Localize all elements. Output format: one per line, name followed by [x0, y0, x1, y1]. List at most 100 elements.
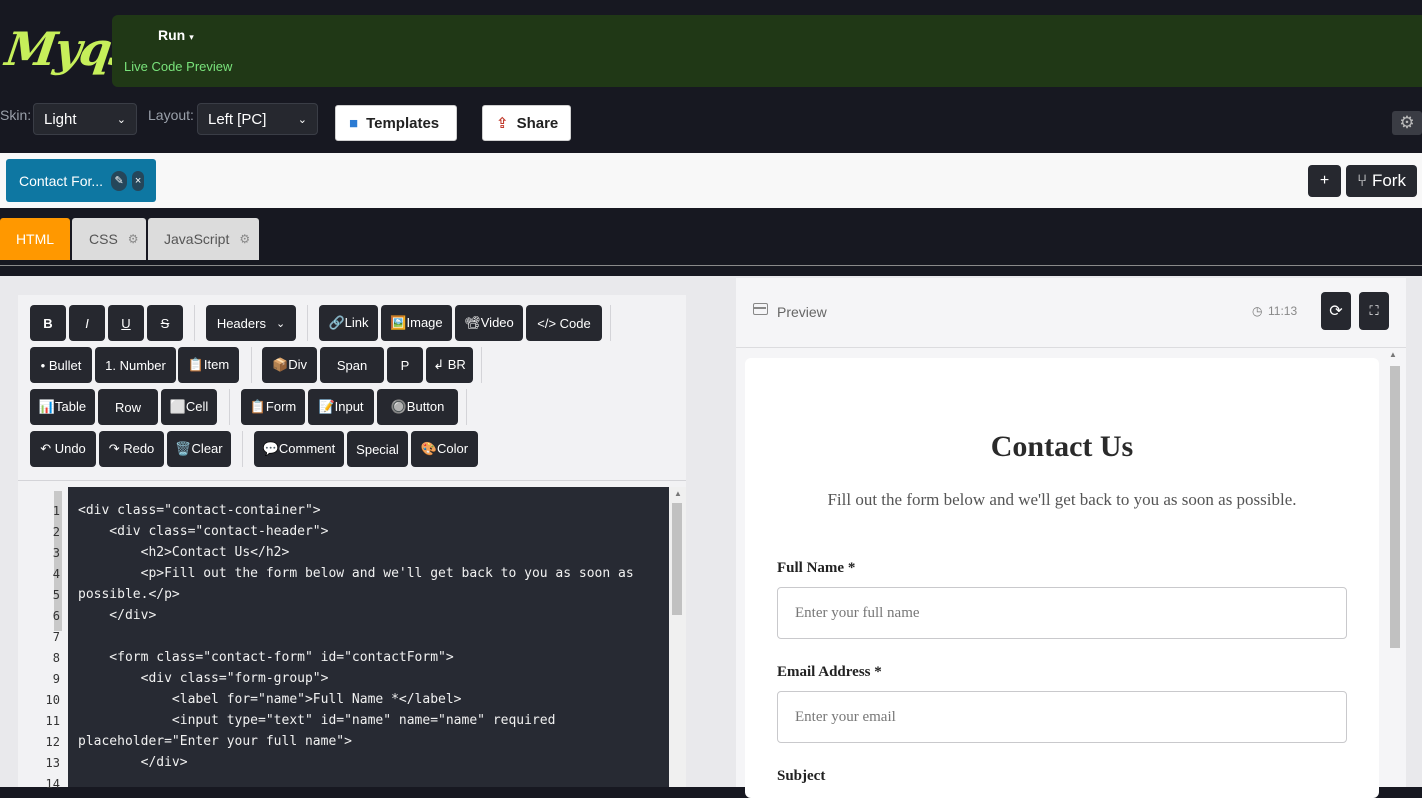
line-number: 2 [52, 525, 60, 539]
file-tab-label: Contact For... [19, 172, 104, 189]
tab-javascript[interactable]: JavaScript ⚙ [148, 218, 259, 260]
color-button[interactable]: 🎨Color [411, 431, 478, 467]
special-button[interactable]: Special [347, 431, 408, 467]
share-button[interactable]: ⇪ Share [482, 105, 571, 141]
tab-html[interactable]: HTML [0, 218, 70, 260]
italic-button[interactable]: I [69, 305, 105, 341]
scrollbar-thumb[interactable] [672, 503, 682, 615]
html-code-editor[interactable]: <div class="contact-container"> <div cla… [68, 487, 669, 787]
preview-time: 11:13 [1268, 304, 1298, 318]
div-button[interactable]: 📦Div [262, 347, 317, 383]
line-number: 7 [52, 630, 60, 644]
settings-gear-icon[interactable]: ⚙ [1392, 111, 1422, 135]
run-button[interactable]: Run ▾ [158, 27, 194, 43]
line-break-button[interactable]: ↲ BR [426, 347, 473, 383]
fork-button[interactable]: ⑂ Fork [1346, 165, 1417, 197]
share-label: Share [516, 114, 559, 132]
code-line: placeholder="Enter your full name"> [78, 734, 352, 749]
templates-button[interactable]: ■ Templates [335, 105, 457, 141]
headers-select[interactable]: Headers ⌄ [206, 305, 296, 341]
line-number: 8 [52, 651, 60, 665]
code-line: <h2>Contact Us</h2> [78, 545, 290, 560]
scrollbar-thumb[interactable] [1390, 366, 1400, 648]
line-number: 3 [52, 546, 60, 560]
run-banner: Run ▾ Live Code Preview [112, 15, 1422, 87]
file-tab-contact-form[interactable]: Contact For... ✎ × [6, 159, 156, 202]
preview-frame: Contact Us Fill out the form below and w… [745, 358, 1379, 798]
scroll-up-icon[interactable]: ▲ [674, 489, 682, 498]
form-button[interactable]: 📋Form [241, 389, 305, 425]
fullscreen-icon[interactable]: ⛶ [1359, 292, 1389, 330]
full-name-input[interactable]: Enter your full name [777, 587, 1347, 639]
preview-header: Preview ◷ 11:13 ⟳ ⛶ [736, 278, 1406, 348]
video-button[interactable]: 📽Video [455, 305, 523, 341]
email-label: Email Address * [777, 664, 882, 680]
editor-scrollbar[interactable]: ▲ [669, 487, 686, 787]
divider [466, 389, 467, 425]
full-name-label: Full Name * [777, 560, 856, 576]
refresh-icon[interactable]: ⟳ [1321, 292, 1351, 330]
divider [610, 305, 611, 341]
layout-select[interactable]: Left [PC] ⌄ [197, 103, 318, 135]
divider [242, 431, 243, 467]
divider [251, 347, 252, 383]
comment-button[interactable]: 💬Comment [254, 431, 344, 467]
code-line: <div class="contact-header"> [78, 524, 329, 539]
chevron-down-icon: ⌄ [275, 317, 286, 330]
close-icon[interactable]: × [132, 170, 145, 191]
bullet-button[interactable]: • Bullet [30, 347, 92, 383]
underline-button[interactable]: U [108, 305, 144, 341]
line-number: 9 [52, 672, 60, 686]
edit-pencil-icon[interactable]: ✎ [111, 170, 128, 191]
add-file-button[interactable]: + [1308, 165, 1341, 197]
code-line: <label for="name">Full Name *</label> [78, 692, 462, 707]
undo-button[interactable]: ↶ Undo [30, 431, 96, 467]
strikethrough-button[interactable]: S [147, 305, 183, 341]
span-button[interactable]: Span [320, 347, 384, 383]
code-line: <form class="contact-form" id="contactFo… [78, 650, 454, 665]
clear-button[interactable]: 🗑️Clear [167, 431, 231, 467]
item-button[interactable]: 📋Item [178, 347, 239, 383]
subject-label: Subject [777, 768, 826, 784]
row-button[interactable]: Row [98, 389, 158, 425]
line-number: 6 [52, 609, 60, 623]
tab-css[interactable]: CSS ⚙ [72, 218, 146, 260]
line-number: 11 [45, 714, 60, 728]
contact-intro: Fill out the form below and we'll get ba… [827, 490, 1297, 509]
run-dropdown-icon: ▾ [189, 32, 194, 42]
code-line: <div class="form-group"> [78, 671, 329, 686]
skin-select[interactable]: Light ⌄ [33, 103, 137, 135]
divider [0, 265, 1422, 266]
input-button[interactable]: 📝Input [308, 389, 374, 425]
table-button[interactable]: 📊Table [30, 389, 95, 425]
layout-value: Left [PC] [208, 110, 267, 128]
button-button[interactable]: 🔘Button [377, 389, 458, 425]
bold-button[interactable]: B [30, 305, 66, 341]
email-input[interactable]: Enter your email [777, 691, 1347, 743]
line-number: 14 [45, 777, 60, 791]
cell-button[interactable]: ⬜Cell [161, 389, 217, 425]
scroll-up-icon[interactable]: ▲ [1389, 350, 1397, 359]
clock-icon: ◷ [1252, 304, 1263, 318]
tab-css-label: CSS [89, 231, 118, 247]
line-number: 1 [52, 504, 60, 518]
number-button[interactable]: 1. Number [95, 347, 176, 383]
chevron-down-icon: ⌄ [297, 113, 307, 126]
gear-icon[interactable]: ⚙ [128, 232, 139, 246]
code-line: <div class="contact-container"> [78, 503, 321, 518]
redo-button[interactable]: ↷ Redo [99, 431, 164, 467]
code-button[interactable]: </> Code [526, 305, 602, 341]
line-number-gutter: 1 2 3 4 5 6 7 8 9 10 11 12 13 14 [18, 487, 68, 791]
preview-scrollbar[interactable]: ▲ [1388, 350, 1400, 787]
tab-javascript-label: JavaScript [164, 231, 230, 247]
image-button[interactable]: 🖼️Image [381, 305, 452, 341]
paragraph-button[interactable]: P [387, 347, 423, 383]
run-label: Run [158, 27, 186, 43]
line-number: 5 [52, 588, 60, 602]
divider [481, 347, 482, 383]
divider [18, 480, 686, 481]
gear-icon[interactable]: ⚙ [239, 232, 250, 246]
link-button[interactable]: 🔗Link [319, 305, 378, 341]
line-number: 13 [45, 756, 60, 770]
preview-window-icon [753, 303, 768, 315]
